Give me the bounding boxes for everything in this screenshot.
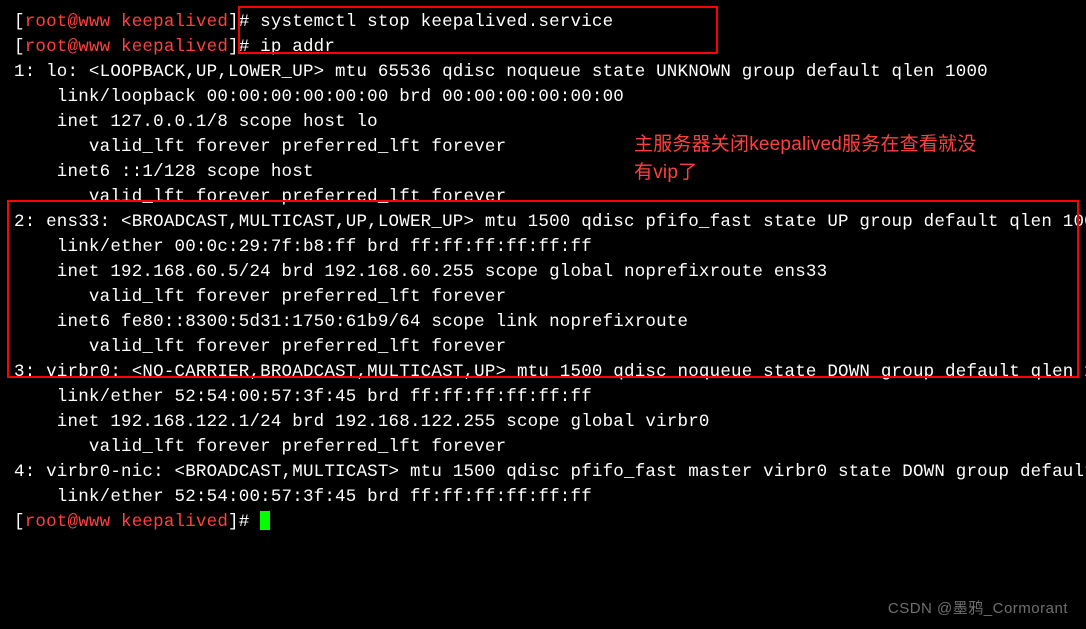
prompt-user: root@www keepalived <box>25 37 228 57</box>
virbr0nic-header: 4: virbr0-nic: <BROADCAST,MULTICAST> mtu… <box>14 460 1086 485</box>
annotation-line2: 有vip了 <box>634 160 697 186</box>
watermark: CSDN @墨鸦_Cormorant <box>888 596 1068 621</box>
ens33-valid1: valid_lft forever preferred_lft forever <box>14 285 1086 310</box>
bracket-open: [ <box>14 512 25 532</box>
prompt-line-1[interactable]: [root@www keepalived]# systemctl stop ke… <box>14 10 1086 35</box>
lo-link: link/loopback 00:00:00:00:00:00 brd 00:0… <box>14 85 1086 110</box>
virbr0-inet: inet 192.168.122.1/24 brd 192.168.122.25… <box>14 410 1086 435</box>
ens33-link: link/ether 00:0c:29:7f:b8:ff brd ff:ff:f… <box>14 235 1086 260</box>
command-2: ip addr <box>260 37 335 57</box>
prompt-user: root@www keepalived <box>25 512 228 532</box>
bracket-close: ]# <box>228 12 260 32</box>
ens33-inet6: inet6 fe80::8300:5d31:1750:61b9/64 scope… <box>14 310 1086 335</box>
lo-inet6: inet6 ::1/128 scope host <box>14 160 1086 185</box>
bracket-close: ]# <box>228 512 260 532</box>
ens33-inet: inet 192.168.60.5/24 brd 192.168.60.255 … <box>14 260 1086 285</box>
ens33-header: 2: ens33: <BROADCAST,MULTICAST,UP,LOWER_… <box>14 210 1086 235</box>
virbr0nic-link: link/ether 52:54:00:57:3f:45 brd ff:ff:f… <box>14 485 1086 510</box>
lo-header: 1: lo: <LOOPBACK,UP,LOWER_UP> mtu 65536 … <box>14 60 1086 85</box>
lo-valid2: valid_lft forever preferred_lft forever <box>14 185 1086 210</box>
annotation-line1: 主服务器关闭keepalived服务在查看就没 <box>634 132 976 158</box>
bracket-close: ]# <box>228 37 260 57</box>
ens33-valid2: valid_lft forever preferred_lft forever <box>14 335 1086 360</box>
virbr0-valid: valid_lft forever preferred_lft forever <box>14 435 1086 460</box>
virbr0-link: link/ether 52:54:00:57:3f:45 brd ff:ff:f… <box>14 385 1086 410</box>
bracket-open: [ <box>14 37 25 57</box>
virbr0-header: 3: virbr0: <NO-CARRIER,BROADCAST,MULTICA… <box>14 360 1086 385</box>
bracket-open: [ <box>14 12 25 32</box>
command-1: systemctl stop keepalived.service <box>260 12 613 32</box>
cursor-icon <box>260 511 270 530</box>
prompt-user: root@www keepalived <box>25 12 228 32</box>
prompt-line-2[interactable]: [root@www keepalived]# ip addr <box>14 35 1086 60</box>
prompt-line-3[interactable]: [root@www keepalived]# <box>14 510 1086 535</box>
